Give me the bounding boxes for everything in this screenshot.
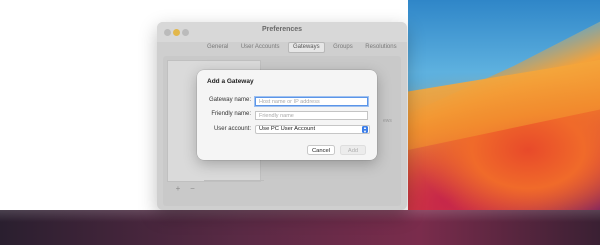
obscured-text: ews [383,118,392,124]
chevron-up-down-icon: ▲ ▼ [362,125,368,134]
tab-user-accounts[interactable]: User Accounts [237,42,284,53]
preferences-tabs: General User Accounts Gateways Groups Re… [203,42,401,53]
tab-groups[interactable]: Groups [329,42,357,53]
add-gateway-button[interactable]: + [173,184,183,194]
screen: Preferences General User Accounts Gatewa… [0,0,600,245]
friendly-name-label: Friendly name: [211,111,251,117]
preferences-title: Preferences [261,26,303,33]
gateway-list-footer: + − [173,178,264,193]
user-account-select[interactable]: Use PC User Account ▲ ▼ [255,125,370,134]
desktop-wallpaper [408,0,600,210]
preferences-titlebar[interactable]: Preferences [157,22,407,42]
tab-resolutions[interactable]: Resolutions [361,42,400,53]
add-gateway-dialog: Add a Gateway Gateway name: Friendly nam… [197,70,377,160]
add-button[interactable]: Add [340,145,366,155]
cancel-button[interactable]: Cancel [307,145,335,155]
user-account-value: Use PC User Account [259,126,316,132]
gateway-name-input[interactable] [255,97,368,106]
list-footer-divider [203,180,264,191]
desktop-bottom-strip [0,210,600,245]
gateway-name-label: Gateway name: [208,97,251,103]
dialog-title: Add a Gateway [207,78,254,85]
tab-general[interactable]: General [203,42,232,53]
tab-gateways[interactable]: Gateways [287,42,325,53]
user-account-label: User account: [213,126,251,132]
remove-gateway-button[interactable]: − [187,184,197,194]
friendly-name-input[interactable] [255,111,368,120]
